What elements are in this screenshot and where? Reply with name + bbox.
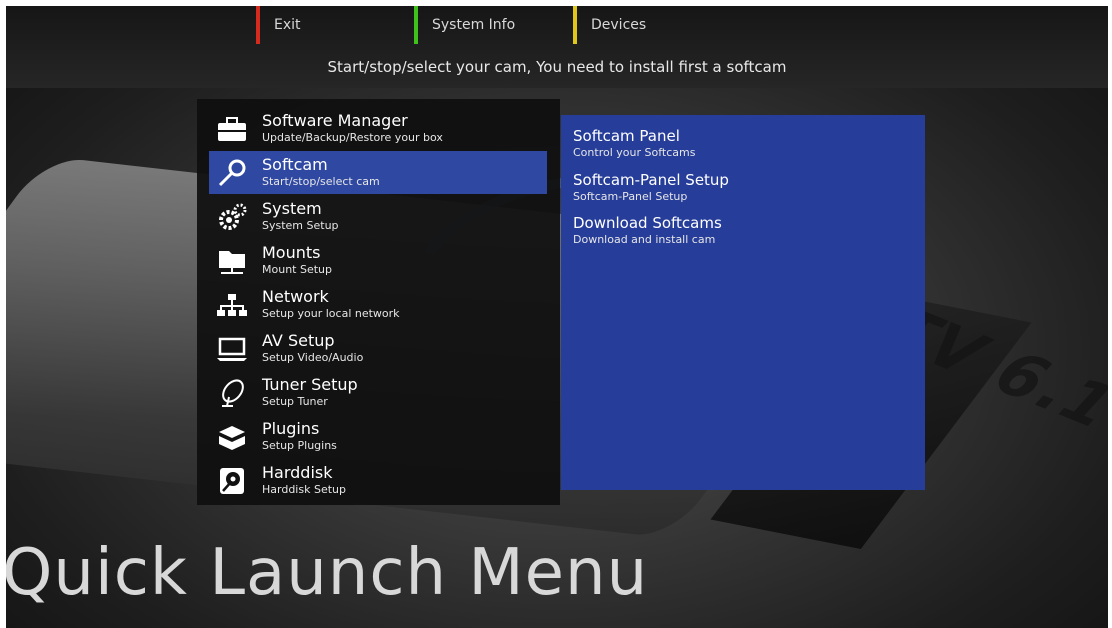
- yellow-key-indicator: [573, 6, 577, 44]
- menu-item-system[interactable]: System System Setup: [209, 195, 547, 238]
- menu-item-subtitle: Setup Plugins: [262, 439, 337, 452]
- submenu-item-softcam-panel-setup[interactable]: Softcam-Panel Setup Softcam-Panel Setup: [573, 171, 729, 203]
- menu-item-software-manager[interactable]: Software Manager Update/Backup/Restore y…: [209, 107, 547, 150]
- satellite-dish-icon: [217, 379, 247, 407]
- menu-item-mounts[interactable]: Mounts Mount Setup: [209, 239, 547, 282]
- screen: OPEN ATV 6.1 Exit System Info Devices St…: [6, 6, 1108, 628]
- submenu-panel: Softcam Panel Control your Softcams Soft…: [561, 115, 925, 490]
- menu-item-subtitle: Mount Setup: [262, 263, 332, 276]
- box-icon: [217, 423, 247, 451]
- submenu-item-title: Softcam Panel: [573, 127, 680, 145]
- key-icon: [217, 159, 247, 187]
- menu-item-title: System: [262, 199, 322, 218]
- green-key-indicator: [414, 6, 418, 44]
- menu-item-title: Plugins: [262, 419, 320, 438]
- exit-key[interactable]: Exit: [256, 6, 301, 44]
- menu-item-subtitle: Setup Video/Audio: [262, 351, 364, 364]
- menu-item-title: Tuner Setup: [262, 375, 358, 394]
- submenu-item-title: Download Softcams: [573, 214, 722, 232]
- menu-item-title: Harddisk: [262, 463, 333, 482]
- menu-item-title: Software Manager: [262, 111, 408, 130]
- network-icon: [217, 291, 247, 319]
- system-info-key-label: System Info: [432, 17, 516, 33]
- devices-key[interactable]: Devices: [573, 6, 646, 44]
- hint-text: Start/stop/select your cam, You need to …: [327, 58, 787, 76]
- menu-item-subtitle: Setup Tuner: [262, 395, 328, 408]
- menu-item-softcam[interactable]: Softcam Start/stop/select cam: [209, 151, 547, 194]
- folder-network-icon: [217, 247, 247, 275]
- submenu-item-subtitle: Control your Softcams: [573, 146, 696, 159]
- quick-launch-menu: Software Manager Update/Backup/Restore y…: [197, 99, 560, 505]
- menu-item-title: Network: [262, 287, 329, 306]
- menu-item-subtitle: Update/Backup/Restore your box: [262, 131, 443, 144]
- menu-item-network[interactable]: Network Setup your local network: [209, 283, 547, 326]
- submenu-item-softcam-panel[interactable]: Softcam Panel Control your Softcams: [573, 127, 695, 159]
- menu-item-subtitle: Harddisk Setup: [262, 483, 346, 496]
- submenu-item-subtitle: Softcam-Panel Setup: [573, 190, 688, 203]
- menu-item-av-setup[interactable]: AV Setup Setup Video/Audio: [209, 327, 547, 370]
- red-key-indicator: [256, 6, 260, 44]
- menu-item-title: Mounts: [262, 243, 321, 262]
- menu-item-plugins[interactable]: Plugins Setup Plugins: [209, 415, 547, 458]
- top-bar: Exit System Info Devices Start/stop/sele…: [6, 6, 1108, 88]
- menu-item-subtitle: System Setup: [262, 219, 339, 232]
- monitor-icon: [217, 335, 247, 363]
- devices-key-label: Devices: [591, 17, 647, 33]
- system-info-key[interactable]: System Info: [414, 6, 515, 44]
- menu-item-title: Softcam: [262, 155, 328, 174]
- submenu-item-subtitle: Download and install cam: [573, 233, 716, 246]
- submenu-item-download-softcams[interactable]: Download Softcams Download and install c…: [573, 214, 722, 246]
- menu-item-tuner-setup[interactable]: Tuner Setup Setup Tuner: [209, 371, 547, 414]
- harddisk-icon: [217, 467, 247, 495]
- page-title: Quick Launch Menu: [6, 536, 649, 610]
- submenu-item-title: Softcam-Panel Setup: [573, 171, 729, 189]
- menu-item-subtitle: Start/stop/select cam: [262, 175, 380, 188]
- exit-key-label: Exit: [274, 17, 301, 33]
- gear-icon: [217, 203, 247, 231]
- menu-item-title: AV Setup: [262, 331, 335, 350]
- toolbox-icon: [217, 115, 247, 143]
- menu-item-subtitle: Setup your local network: [262, 307, 400, 320]
- menu-item-harddisk[interactable]: Harddisk Harddisk Setup: [209, 459, 547, 502]
